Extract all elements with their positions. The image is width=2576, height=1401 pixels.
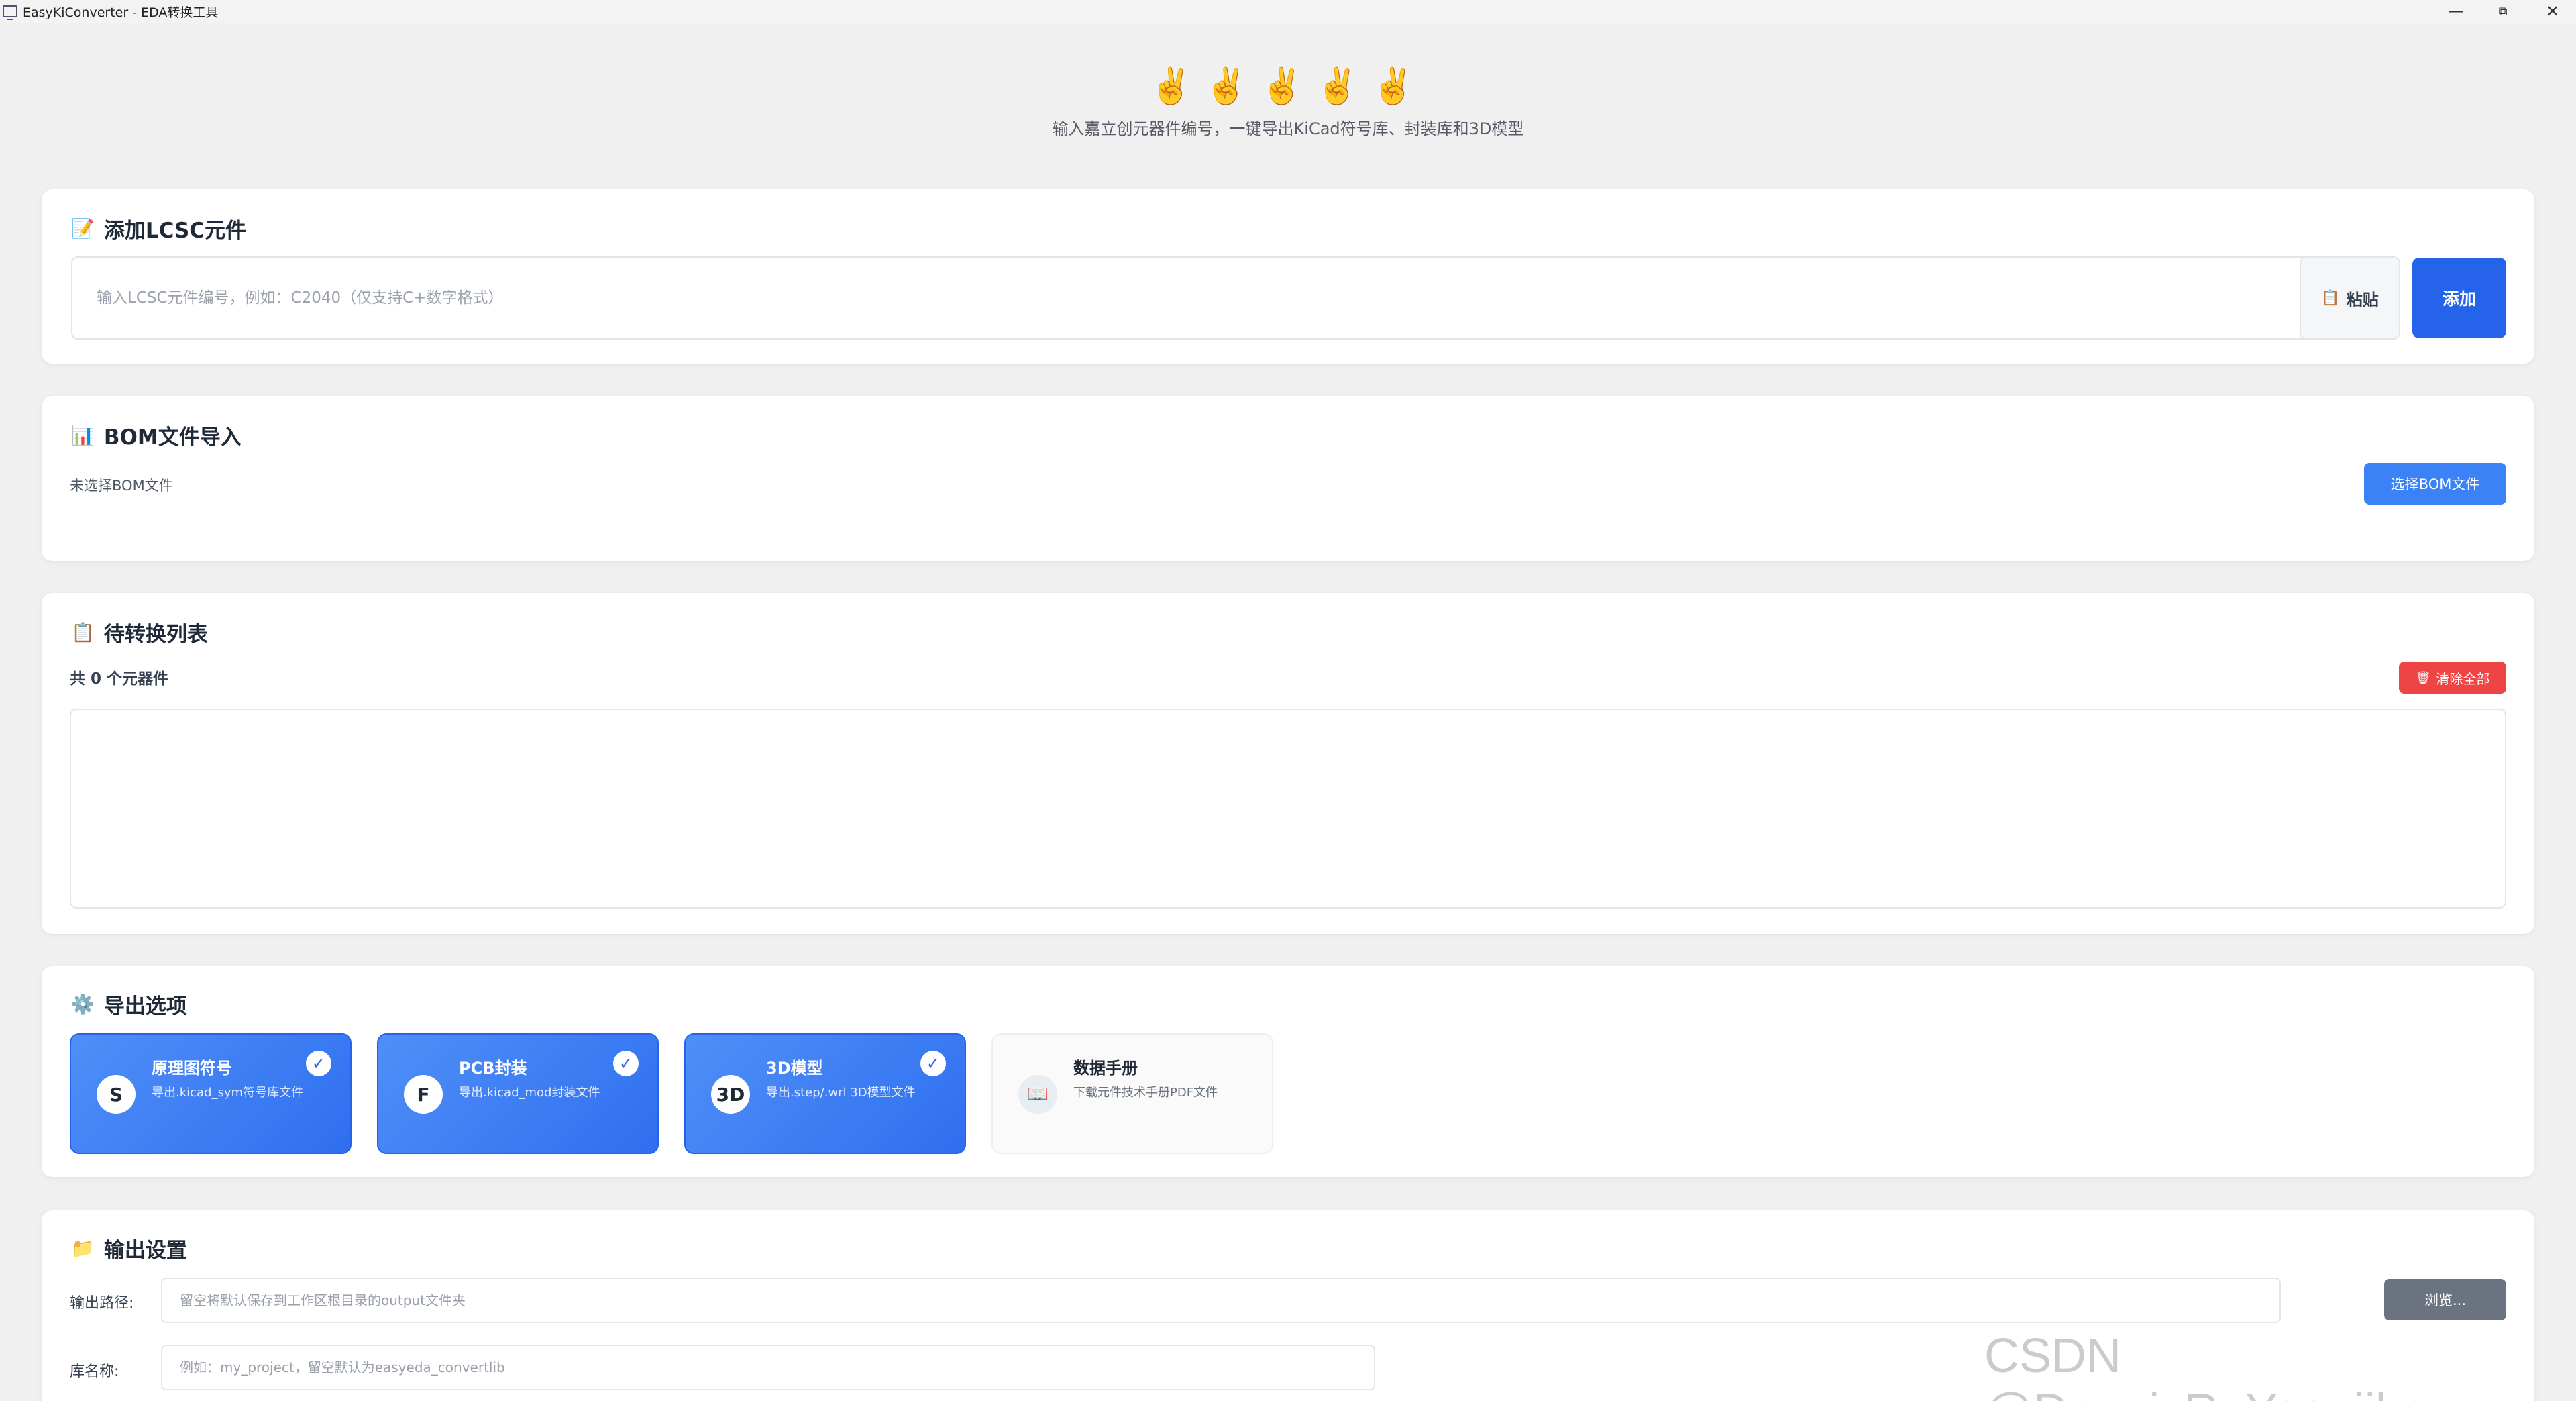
bom-file-status: 未选择BOM文件: [70, 478, 173, 494]
clear-all-button[interactable]: 🗑 清除全部: [2399, 662, 2506, 694]
output-section-title-text: 输出设置: [103, 1239, 187, 1263]
minimize-button[interactable]: —: [2432, 0, 2479, 23]
export-option-datasheet[interactable]: 📖 数据手册 下载元件技术手册PDF文件: [991, 1033, 1273, 1154]
export-option-desc: 下载元件技术手册PDF文件: [1073, 1086, 1218, 1100]
victory-hand-icons: ✌️✌️✌️✌️✌️: [1149, 66, 1427, 107]
trash-icon: 🗑: [2415, 670, 2431, 685]
output-path-input[interactable]: [161, 1278, 2281, 1323]
bom-import-card: 📊 BOM文件导入 未选择BOM文件 选择BOM文件: [42, 396, 2534, 561]
footprint-badge-icon: F: [404, 1075, 443, 1114]
export-option-title: PCB封装: [459, 1059, 527, 1078]
maximize-button[interactable]: ⧉: [2479, 0, 2526, 23]
queue-section-title-text: 待转换列表: [103, 623, 208, 647]
clipboard-icon: 📋: [2321, 289, 2340, 307]
book-icon: 📖: [1018, 1075, 1057, 1114]
paste-button[interactable]: 📋 粘贴: [2300, 256, 2400, 340]
library-name-input[interactable]: [161, 1345, 1375, 1390]
library-name-label: 库名称:: [70, 1363, 119, 1380]
paste-button-label: 粘贴: [2346, 290, 2379, 309]
bom-section-title-text: BOM文件导入: [103, 425, 241, 450]
export-option-desc: 导出.step/.wrl 3D模型文件: [766, 1086, 916, 1100]
folder-icon: 📁: [71, 1237, 95, 1259]
browse-button[interactable]: 浏览...: [2384, 1279, 2506, 1320]
check-icon: ✓: [613, 1051, 639, 1076]
output-path-label: 输出路径:: [70, 1295, 134, 1312]
lcsc-input[interactable]: [71, 256, 2330, 340]
export-options-card: ⚙️ 导出选项 S 原理图符号 导出.kicad_sym符号库文件 ✓ F PC…: [42, 966, 2534, 1177]
export-option-symbol[interactable]: S 原理图符号 导出.kicad_sym符号库文件 ✓: [70, 1033, 352, 1154]
select-bom-button[interactable]: 选择BOM文件: [2364, 463, 2506, 505]
gear-icon: ⚙️: [71, 993, 95, 1015]
export-option-title: 数据手册: [1073, 1059, 1138, 1078]
export-option-footprint[interactable]: F PCB封装 导出.kicad_mod封装文件 ✓: [377, 1033, 659, 1154]
export-section-title: ⚙️ 导出选项: [71, 989, 187, 1019]
clear-all-label: 清除全部: [2436, 670, 2490, 687]
bom-section-title: 📊 BOM文件导入: [71, 420, 241, 450]
check-icon: ✓: [306, 1051, 331, 1076]
export-option-title: 3D模型: [766, 1059, 823, 1078]
title-bar: EasyKiConverter - EDA转换工具 — ⧉ ✕: [0, 0, 2576, 23]
export-option-desc: 导出.kicad_mod封装文件: [459, 1086, 600, 1100]
page-subtitle: 输入嘉立创元器件编号，一键导出KiCad符号库、封装库和3D模型: [1052, 119, 1524, 138]
close-button[interactable]: ✕: [2529, 0, 2576, 23]
export-option-3d-model[interactable]: 3D 3D模型 导出.step/.wrl 3D模型文件 ✓: [684, 1033, 966, 1154]
symbol-badge-icon: S: [97, 1075, 136, 1114]
add-button[interactable]: 添加: [2412, 258, 2506, 338]
bar-chart-icon: 📊: [71, 424, 95, 446]
component-list[interactable]: [70, 709, 2506, 909]
lcsc-section-title-text: 添加LCSC元件: [103, 219, 247, 243]
export-option-title: 原理图符号: [152, 1059, 232, 1078]
queue-section-title: 📋 待转换列表: [71, 617, 208, 647]
3d-badge-icon: 3D: [711, 1075, 750, 1114]
lcsc-add-card: 📝 添加LCSC元件 📋 粘贴 添加: [42, 189, 2534, 364]
conversion-queue-card: 📋 待转换列表 共 0 个元器件 🗑 清除全部: [42, 593, 2534, 934]
window-title: EasyKiConverter - EDA转换工具: [23, 5, 219, 20]
lcsc-section-title: 📝 添加LCSC元件: [71, 213, 246, 244]
clipboard-list-icon: 📋: [71, 621, 95, 643]
memo-icon: 📝: [71, 217, 95, 240]
export-section-title-text: 导出选项: [103, 994, 187, 1019]
watermark: CSDN @DennisReYoonjiho: [1984, 1329, 2429, 1401]
export-option-desc: 导出.kicad_sym符号库文件: [152, 1086, 304, 1100]
output-section-title: 📁 输出设置: [71, 1233, 187, 1263]
monitor-icon: [3, 5, 17, 20]
component-count: 共 0 个元器件: [70, 670, 169, 688]
app-window: EasyKiConverter - EDA转换工具 — ⧉ ✕ ✌️✌️✌️✌️…: [0, 0, 2576, 1401]
check-icon: ✓: [920, 1051, 946, 1076]
